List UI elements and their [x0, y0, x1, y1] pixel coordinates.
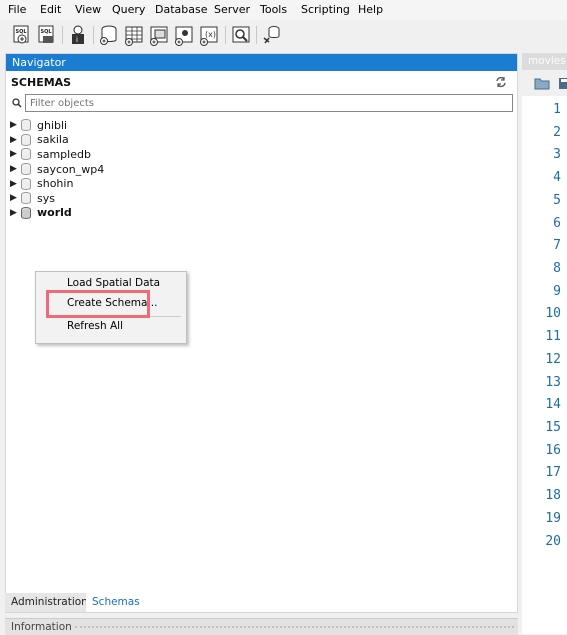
tab-administration[interactable]: Administration — [5, 593, 94, 612]
expand-arrow-icon[interactable]: ▶ — [10, 135, 20, 145]
grip-dots — [75, 626, 514, 630]
editor-tab-movies[interactable]: movies — [522, 53, 567, 70]
schema-shohin[interactable]: ▶ shohin — [10, 176, 104, 191]
schema-tree: ▶ ghibli ▶ sakila ▶ sampledb ▶ saycon_wp… — [10, 118, 104, 220]
line-number: 9 — [553, 284, 561, 299]
menu-bar: File Edit View Query Database Server Too… — [0, 0, 567, 20]
menu-tools[interactable]: Tools — [260, 3, 287, 16]
schema-label: sampledb — [37, 147, 91, 161]
svg-text:SQL: SQL — [41, 29, 53, 35]
filter-objects-input[interactable] — [25, 94, 513, 112]
create-procedure-icon[interactable] — [174, 24, 194, 46]
create-view-icon[interactable] — [149, 24, 169, 46]
line-number: 13 — [545, 375, 561, 390]
menu-database[interactable]: Database — [155, 3, 208, 16]
database-icon — [21, 206, 31, 219]
line-number: 8 — [553, 261, 561, 276]
new-sql-tab-icon[interactable]: SQL — [12, 24, 32, 46]
menu-edit[interactable]: Edit — [40, 3, 61, 16]
create-table-icon[interactable] — [124, 24, 144, 46]
expand-arrow-icon[interactable]: ▶ — [10, 120, 20, 130]
line-number: 14 — [545, 397, 561, 412]
schema-sakila[interactable]: ▶ sakila — [10, 133, 104, 148]
schema-label: sys — [37, 191, 55, 205]
menu-view[interactable]: View — [75, 3, 101, 16]
database-icon — [21, 119, 31, 132]
expand-arrow-icon[interactable]: ▶ — [10, 164, 20, 174]
navigator-title: Navigator — [12, 56, 66, 69]
database-icon — [21, 177, 31, 190]
schema-sys[interactable]: ▶ sys — [10, 191, 104, 206]
schema-ghibli[interactable]: ▶ ghibli — [10, 118, 104, 133]
menu-server[interactable]: Server — [214, 3, 250, 16]
navigator-header: Navigator — [6, 54, 517, 71]
line-number: 19 — [545, 511, 561, 526]
schema-saycon-wp4[interactable]: ▶ saycon_wp4 — [10, 162, 104, 177]
line-number: 17 — [545, 465, 561, 480]
line-number: 4 — [553, 170, 561, 185]
schemas-heading: SCHEMAS — [11, 76, 72, 89]
line-number: 5 — [553, 193, 561, 208]
schema-label: saycon_wp4 — [37, 162, 105, 176]
line-number: 10 — [545, 306, 561, 321]
line-number: 16 — [545, 443, 561, 458]
refresh-icon[interactable] — [495, 76, 507, 88]
line-number: 11 — [545, 329, 561, 344]
create-function-icon[interactable]: (x) — [199, 24, 219, 46]
main-toolbar: SQL SQL i (x) — [0, 20, 567, 50]
expand-arrow-icon[interactable]: ▶ — [10, 149, 20, 159]
open-sql-script-icon[interactable]: SQL — [37, 24, 57, 46]
line-number: 18 — [545, 488, 561, 503]
menu-item-load-spatial-data[interactable]: Load Spatial Data — [67, 277, 160, 289]
schema-label: shohin — [37, 177, 74, 191]
search-table-data-icon[interactable] — [231, 24, 251, 46]
tab-schemas[interactable]: Schemas — [86, 593, 146, 612]
expand-arrow-icon[interactable]: ▶ — [10, 193, 20, 203]
highlight-annotation — [46, 290, 150, 318]
line-number: 2 — [553, 125, 561, 140]
schema-label: ghibli — [37, 118, 68, 132]
schema-sampledb[interactable]: ▶ sampledb — [10, 147, 104, 162]
database-icon — [21, 163, 31, 176]
line-number: 20 — [545, 534, 561, 549]
menu-query[interactable]: Query — [112, 3, 145, 16]
database-icon — [21, 133, 31, 146]
search-icon — [11, 97, 23, 109]
information-panel-header: Information — [5, 618, 518, 635]
svg-text:SQL: SQL — [16, 29, 28, 35]
database-icon — [21, 192, 31, 205]
line-number: 12 — [545, 352, 561, 367]
sql-editor[interactable]: 1 2 3 4 5 6 7 8 9 10 11 12 13 14 15 16 1… — [522, 96, 567, 634]
editor-tab-label: movies — [528, 55, 566, 67]
line-number: 1 — [553, 102, 561, 117]
menu-help[interactable]: Help — [358, 3, 383, 16]
create-schema-icon[interactable] — [99, 24, 119, 46]
information-label: Information — [11, 621, 72, 633]
menu-item-refresh-all[interactable]: Refresh All — [67, 320, 123, 332]
menu-file[interactable]: File — [8, 3, 26, 16]
svg-text:i: i — [76, 36, 78, 44]
line-number: 15 — [545, 420, 561, 435]
filter-box — [8, 94, 514, 112]
svg-text:(x): (x) — [205, 30, 216, 39]
inspector-icon[interactable]: i — [68, 24, 88, 46]
schema-world[interactable]: ▶ world — [10, 206, 104, 221]
save-icon[interactable] — [558, 77, 567, 90]
line-number: 7 — [553, 238, 561, 253]
database-icon — [21, 148, 31, 161]
expand-arrow-icon[interactable]: ▶ — [10, 208, 20, 218]
line-number: 6 — [553, 216, 561, 231]
schema-label: world — [37, 206, 72, 220]
schema-label: sakila — [37, 133, 69, 147]
expand-arrow-icon[interactable]: ▶ — [10, 179, 20, 189]
reconnect-icon[interactable] — [262, 24, 282, 46]
menu-scripting[interactable]: Scripting — [301, 3, 350, 16]
line-number: 3 — [553, 147, 561, 162]
folder-icon[interactable] — [534, 76, 550, 90]
